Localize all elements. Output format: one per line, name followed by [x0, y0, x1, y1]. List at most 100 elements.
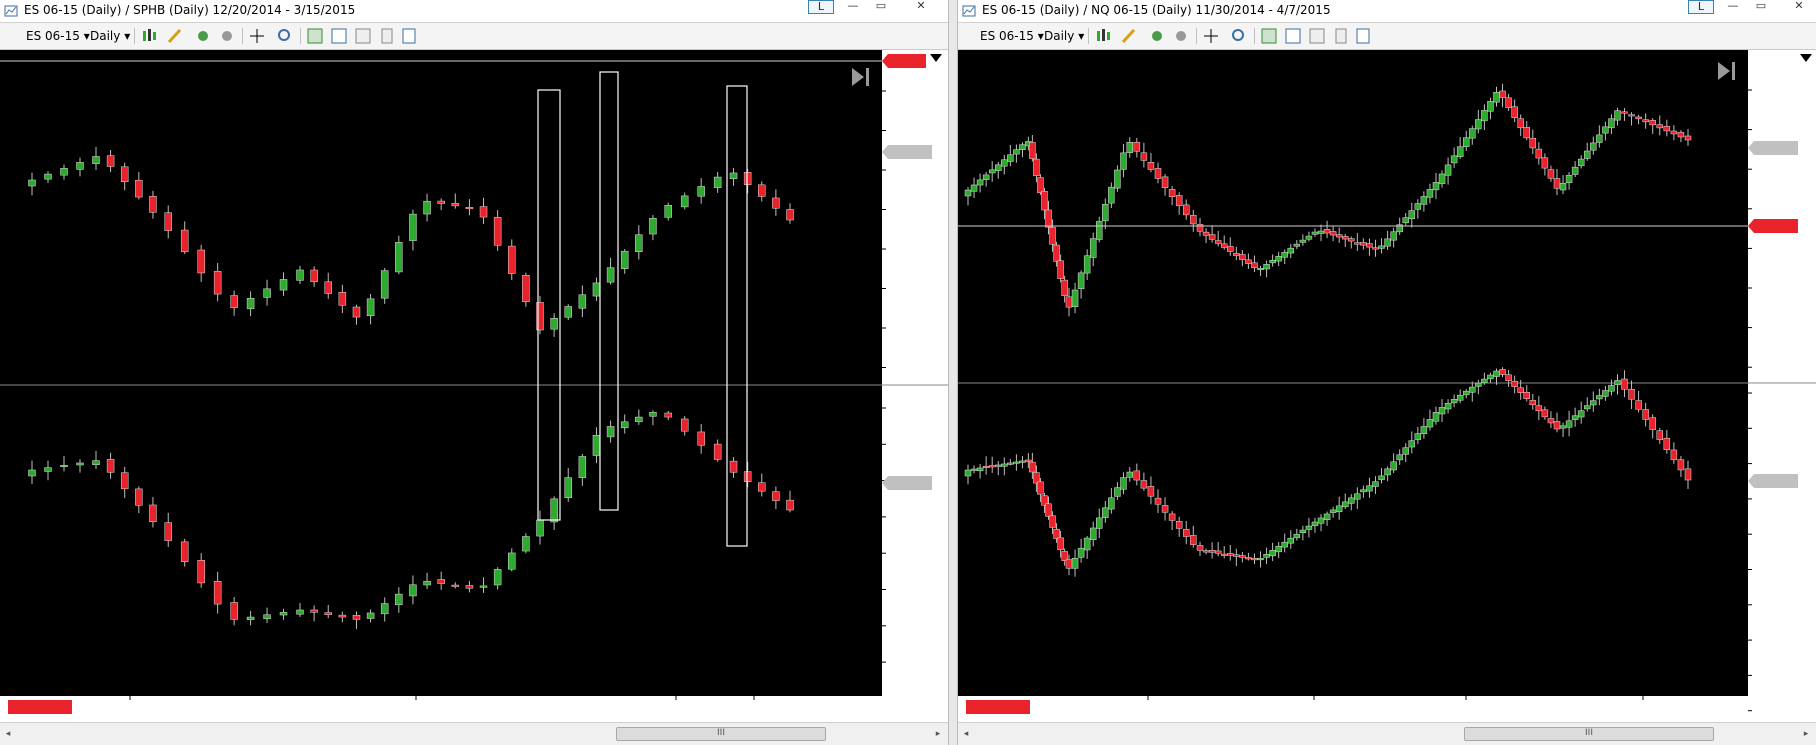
interval-selector[interactable]: Daily ▾: [90, 27, 130, 45]
bottom-panel-candle: [1590, 400, 1597, 406]
top-panel-candle: [1420, 196, 1428, 205]
bottom-panel-candle: [1642, 409, 1649, 420]
minimize-button[interactable]: —: [842, 0, 864, 14]
zoom-icon[interactable]: [276, 27, 294, 45]
properties-icon[interactable]: [1260, 27, 1278, 45]
bottom-panel-candle: [1493, 370, 1500, 377]
chart-background: [0, 50, 882, 696]
bottom-panel-candle: [964, 469, 972, 477]
bottom-panel-candle: [1133, 470, 1141, 481]
bottom-panel-candle: [1214, 550, 1222, 554]
bottom-panel-candle: [995, 464, 1002, 467]
top-panel-candle: [395, 242, 403, 273]
bottom-panel-candle: [1341, 501, 1349, 508]
drawing-tool-icon[interactable]: [1120, 27, 1138, 45]
bottom-panel-candle: [1001, 463, 1008, 467]
bottom-panel-candle: [92, 460, 100, 465]
scroll-thumb[interactable]: III: [616, 727, 826, 741]
bottom-panel-candle: [246, 616, 255, 620]
chart-background: [958, 50, 1748, 696]
export-icon[interactable]: [378, 27, 396, 45]
properties-icon[interactable]: [306, 27, 324, 45]
top-panel-candle: [1045, 209, 1052, 228]
close-button[interactable]: ✕: [1788, 0, 1810, 14]
strategy-icon[interactable]: [218, 27, 236, 45]
top-panel-candle: [1114, 169, 1121, 189]
strategy-icon[interactable]: [1172, 27, 1190, 45]
bottom-panel-candle: [1517, 387, 1524, 393]
minimize-button[interactable]: —: [1722, 0, 1744, 14]
crosshair-icon[interactable]: [248, 27, 266, 45]
scroll-thumb[interactable]: III: [1464, 727, 1714, 741]
top-panel-candle: [995, 164, 1002, 171]
bar-type-icon[interactable]: [140, 27, 158, 45]
bottom-panel-candle: [1608, 385, 1615, 392]
instrument-selector[interactable]: ES 06-15 ▾: [980, 27, 1044, 45]
scroll-right-arrow[interactable]: ▸: [1800, 727, 1812, 741]
bottom-panel-candle: [1450, 398, 1458, 404]
bottom-panel-candle: [1670, 449, 1678, 461]
right-chart-canvas[interactable]: [958, 50, 1816, 722]
data-box-icon[interactable]: [1284, 27, 1302, 45]
left-chart-window: ES 06-15 (Daily) / SPHB (Daily) 12/20/20…: [0, 0, 948, 745]
top-panel-candle: [649, 217, 657, 235]
drawing-tool-icon[interactable]: [166, 27, 184, 45]
bottom-panel-candle: [1535, 405, 1543, 412]
top-panel-candle: [1061, 279, 1068, 296]
top-panel-candle: [230, 295, 238, 308]
maximize-button[interactable]: ▭: [870, 0, 892, 14]
templates-icon[interactable]: [1354, 27, 1372, 45]
interval-selector[interactable]: Daily ▾: [1044, 27, 1084, 45]
bottom-panel-candle: [729, 460, 738, 473]
scroll-right-arrow[interactable]: ▸: [932, 727, 944, 741]
top-panel-candle: [772, 197, 780, 209]
top-panel-candle: [508, 245, 516, 274]
bottom-panel-candle: [1481, 378, 1488, 383]
zoom-icon[interactable]: [1230, 27, 1248, 45]
top-panel-candle: [1384, 238, 1391, 247]
top-panel-candle: [1293, 243, 1301, 247]
bottom-panel-candle: [1348, 497, 1355, 504]
bottom-panel-candle: [1390, 461, 1397, 471]
bottom-panel-candle: [1553, 421, 1561, 430]
top-panel-candle: [1493, 92, 1500, 103]
top-panel-candle: [479, 206, 488, 218]
export-icon[interactable]: [1332, 27, 1350, 45]
instrument-selector[interactable]: ES 06-15 ▾: [26, 27, 90, 45]
chart-toolbar: ES 06-15 ▾ Daily ▾: [958, 23, 1816, 50]
top-panel-candle: [1487, 101, 1494, 112]
top-panel-candle: [1608, 118, 1615, 129]
bottom-panel-candle: [1354, 493, 1361, 500]
close-button[interactable]: ✕: [910, 0, 932, 14]
top-panel-candle: [1168, 189, 1176, 197]
scroll-left-arrow[interactable]: ◂: [2, 727, 14, 741]
maximize-button[interactable]: ▭: [1750, 0, 1772, 14]
bottom-panel-candle: [1269, 550, 1276, 557]
indicator-icon[interactable]: [1148, 27, 1166, 45]
left-chart-canvas[interactable]: [0, 50, 948, 722]
top-panel-candle: [263, 288, 271, 298]
indicator-icon[interactable]: [194, 27, 212, 45]
chart-trader-icon[interactable]: [1308, 27, 1326, 45]
bottom-panel-candle: [164, 522, 172, 541]
crosshair-icon[interactable]: [1202, 27, 1220, 45]
bottom-panel-candle: [550, 498, 558, 523]
top-panel-candle: [1102, 204, 1109, 222]
top-panel-candle: [1202, 231, 1210, 236]
link-button[interactable]: L: [1688, 0, 1714, 14]
data-box-icon[interactable]: [330, 27, 348, 45]
top-panel-candle: [279, 279, 288, 291]
bottom-panel-candle: [324, 612, 332, 615]
horizontal-scrollbar[interactable]: ◂ III ▸: [958, 722, 1816, 745]
chart-trader-icon[interactable]: [354, 27, 372, 45]
link-button[interactable]: L: [808, 0, 834, 14]
alert-price-tag-bg: [882, 54, 926, 68]
bottom-panel-candle: [1323, 513, 1331, 520]
bottom-panel-candle: [1677, 459, 1685, 471]
top-panel-candle: [1642, 119, 1649, 123]
bar-type-icon[interactable]: [1094, 27, 1112, 45]
horizontal-scrollbar[interactable]: ◂ III ▸: [0, 722, 948, 745]
scroll-left-arrow[interactable]: ◂: [960, 727, 972, 741]
bottom-panel-candle: [28, 469, 36, 477]
templates-icon[interactable]: [400, 27, 418, 45]
